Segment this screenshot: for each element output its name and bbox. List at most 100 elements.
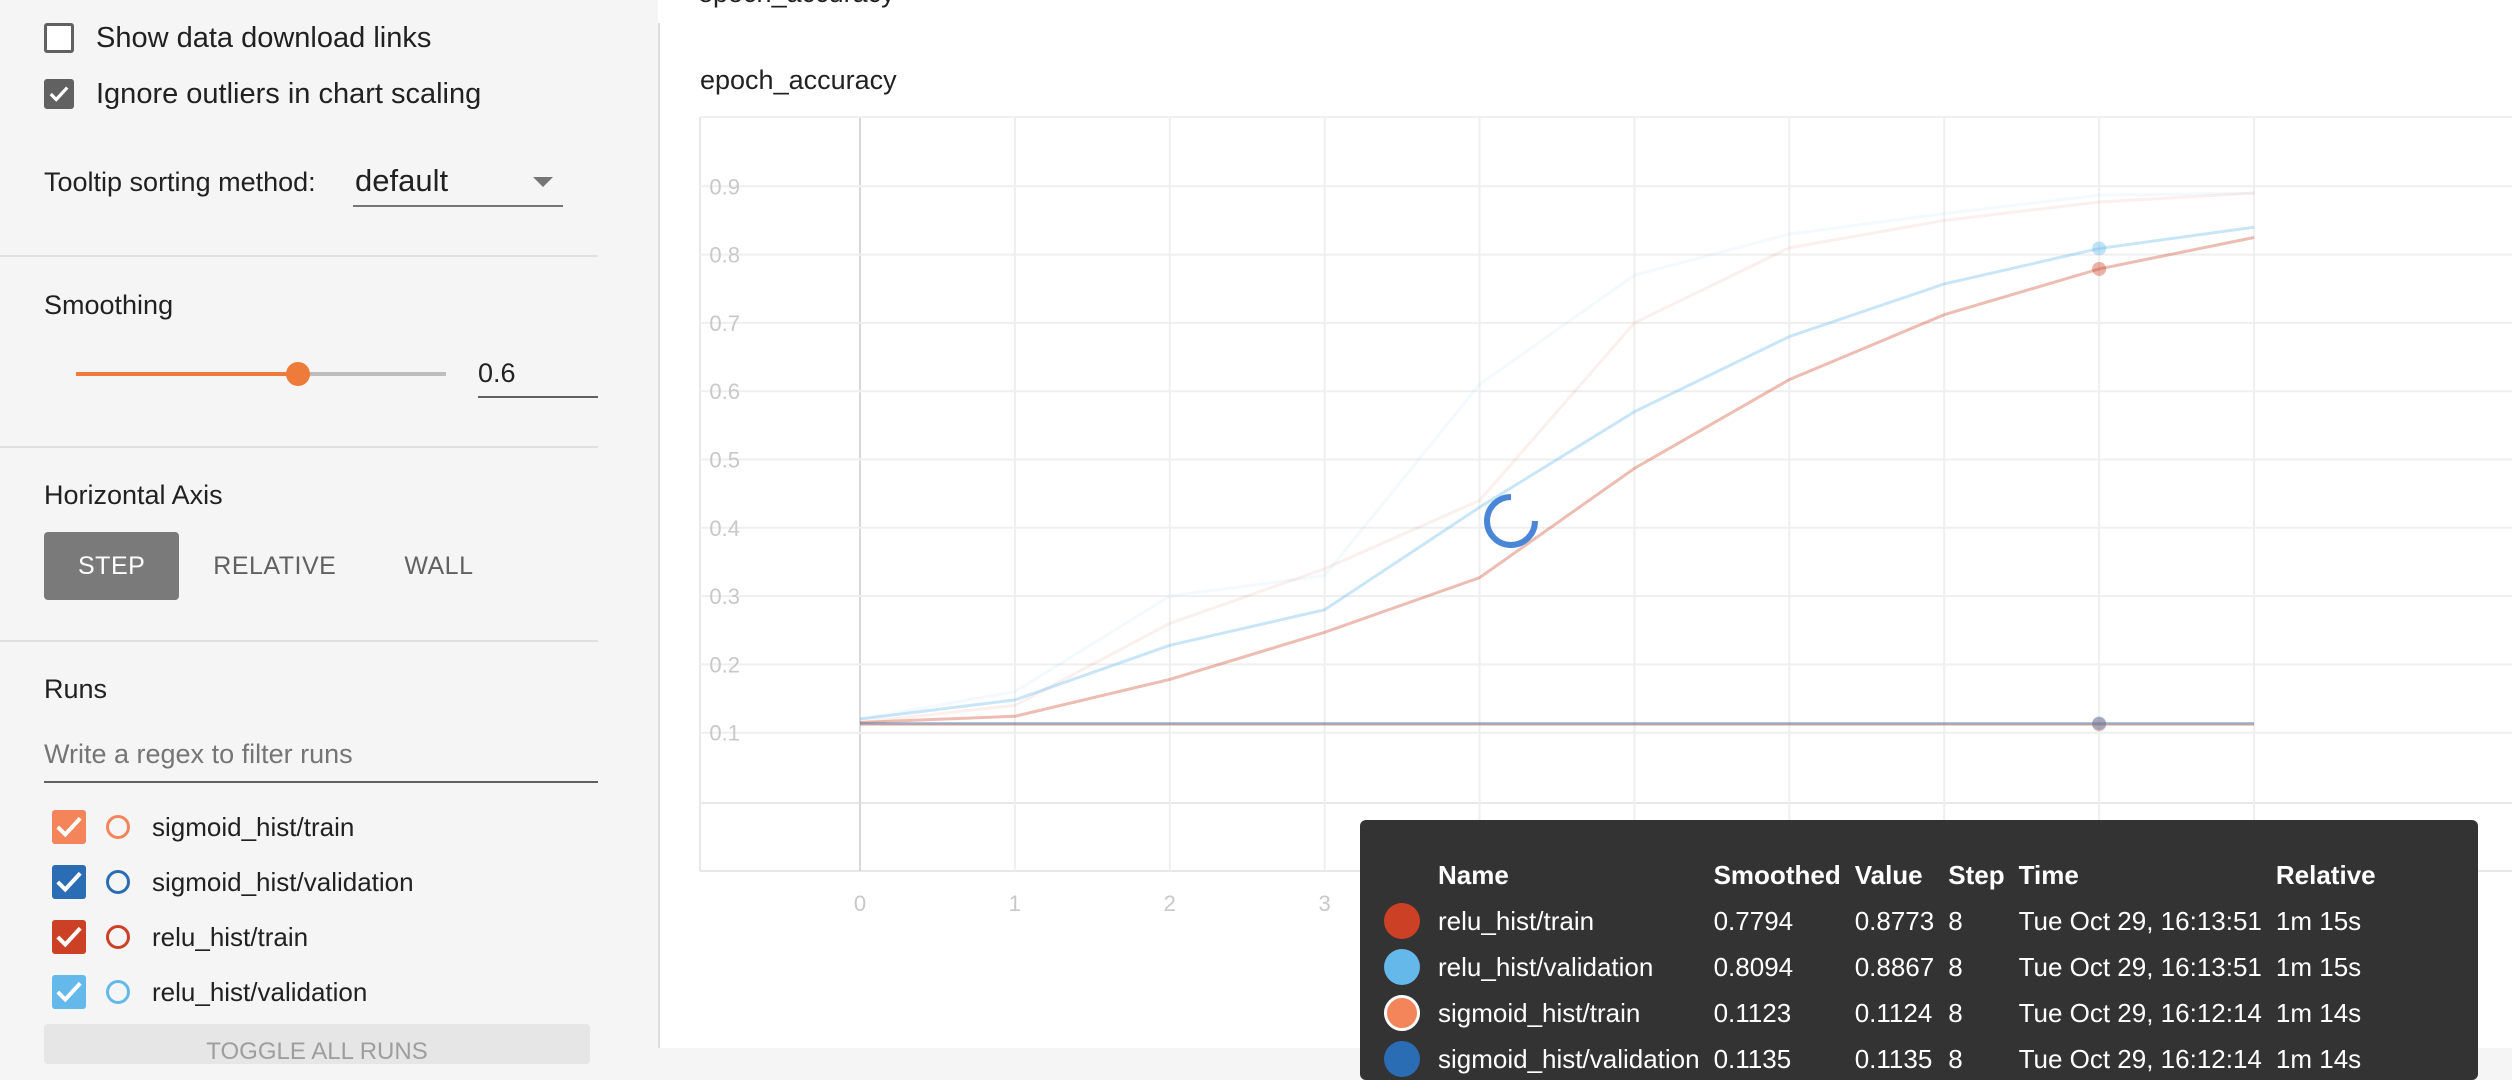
tooltip-time-cell: Tue Oct 29, 16:12:14 <box>2018 1043 2262 1074</box>
smoothing-value: 0.6 <box>478 358 516 388</box>
tooltip-header-step: Step <box>1948 859 2005 890</box>
y-tick-label: 0.3 <box>709 584 740 609</box>
hover-point <box>2092 716 2107 731</box>
y-tick-label: 0.6 <box>709 379 740 404</box>
x-tick-label: 3 <box>1319 891 1331 916</box>
axis-step-button[interactable]: STEP <box>44 532 180 600</box>
divider <box>0 255 598 257</box>
checkmark-icon <box>56 816 82 838</box>
run-color-circle[interactable] <box>106 925 130 949</box>
tooltip-header-smoothed: Smoothed <box>1713 859 1841 890</box>
tooltip-table: Name Smoothed Value Step Time Relative r… <box>1384 856 2390 1080</box>
tooltip-time-cell: Tue Oct 29, 16:12:14 <box>2018 997 2262 1028</box>
dropdown-arrow-icon <box>533 177 553 187</box>
tooltip-name-cell: relu_hist/validation <box>1438 951 1654 982</box>
checkmark-icon <box>56 926 82 948</box>
run-color-dot <box>1384 1041 1420 1077</box>
y-tick-label: 0.2 <box>709 652 740 677</box>
axis-relative-button[interactable]: RELATIVE <box>179 532 370 600</box>
raw-series-line <box>859 191 2255 721</box>
tooltip-step-cell: 8 <box>1948 1043 1963 1074</box>
tooltip-row: sigmoid_hist/train 0.1123 0.1124 8 Tue Oct 2… <box>1384 990 2390 1036</box>
toggle-all-runs-button[interactable]: TOGGLE ALL RUNS <box>44 1024 590 1065</box>
run-checkbox[interactable] <box>52 920 86 954</box>
run-filter-input[interactable] <box>44 735 598 770</box>
run-label: sigmoid_hist/validation <box>152 866 414 897</box>
tooltip-smoothed-cell: 0.8094 <box>1713 951 1794 982</box>
y-tick-label: 0.9 <box>709 174 740 199</box>
smoothing-slider[interactable] <box>76 362 446 386</box>
x-tick-label: 1 <box>1009 891 1021 916</box>
tooltip-header-time: Time <box>2018 859 2079 890</box>
axis-wall-button[interactable]: WALL <box>370 532 507 600</box>
tooltip-name-cell: sigmoid_hist/validation <box>1438 1043 1700 1074</box>
tooltip-name-cell: relu_hist/train <box>1438 905 1595 936</box>
run-item[interactable]: sigmoid_hist/validation <box>52 862 414 902</box>
x-tick-label: 0 <box>854 891 866 916</box>
tooltip-step-cell: 8 <box>1948 905 1963 936</box>
show-download-links-option[interactable]: Show data download links <box>44 18 431 58</box>
tooltip-sorting-label: Tooltip sorting method: <box>44 167 316 197</box>
toggle-all-runs-label: TOGGLE ALL RUNS <box>206 1038 428 1065</box>
checkmark-icon <box>49 86 69 102</box>
tooltip-name-cell: sigmoid_hist/train <box>1438 997 1641 1028</box>
runs-title: Runs <box>44 674 108 704</box>
divider <box>0 640 598 642</box>
run-checkbox[interactable] <box>52 865 86 899</box>
tooltip-smoothed-cell: 0.7794 <box>1713 905 1794 936</box>
run-label: sigmoid_hist/train <box>152 811 355 842</box>
run-filter-field[interactable] <box>44 735 598 783</box>
run-item[interactable]: relu_hist/validation <box>52 972 367 1012</box>
run-label: relu_hist/validation <box>152 976 368 1007</box>
smoothing-value-input[interactable]: 0.6 <box>478 352 598 398</box>
run-label: relu_hist/train <box>152 921 309 952</box>
run-item[interactable]: relu_hist/train <box>52 917 308 957</box>
tooltip-relative-cell: 1m 15s <box>2275 951 2362 982</box>
ignore-outliers-label: Ignore outliers in chart scaling <box>96 77 482 110</box>
tooltip-smoothed-cell: 0.1135 <box>1713 1043 1792 1074</box>
tooltip-time-cell: Tue Oct 29, 16:13:51 <box>2018 905 2262 936</box>
tooltip-relative-cell: 1m 14s <box>2275 997 2362 1028</box>
tooltip-row: relu_hist/train 0.7794 0.8773 8 Tue Oct 29, … <box>1384 898 2390 944</box>
tooltip-row: sigmoid_hist/validation 0.1135 0.1135 8 Tue … <box>1384 1036 2390 1080</box>
tooltip-value-cell: 0.8773 <box>1854 905 1935 936</box>
run-color-circle[interactable] <box>106 815 130 839</box>
hover-point <box>2092 261 2107 276</box>
run-color-circle[interactable] <box>106 980 130 1004</box>
previous-card-title: epoch_accuracy <box>698 0 895 9</box>
tooltip-value-cell: 0.8867 <box>1854 951 1935 982</box>
tooltip-relative-cell: 1m 15s <box>2275 905 2362 936</box>
show-download-links-checkbox[interactable] <box>44 23 74 53</box>
tooltip-sorting-select[interactable]: default <box>353 155 563 207</box>
run-color-dot <box>1384 949 1420 985</box>
tooltip-header-color <box>1384 856 1438 898</box>
tooltip-step-cell: 8 <box>1948 997 1963 1028</box>
show-download-links-label: Show data download links <box>96 21 432 54</box>
hover-point <box>2092 241 2107 256</box>
smoothing-slider-thumb[interactable] <box>286 362 310 386</box>
run-item[interactable]: sigmoid_hist/train <box>52 807 354 847</box>
sidebar: Show data download links Ignore outliers… <box>0 0 598 1065</box>
ignore-outliers-option[interactable]: Ignore outliers in chart scaling <box>44 74 481 114</box>
run-checkbox[interactable] <box>52 975 86 1009</box>
smoothing-slider-fill <box>76 372 298 376</box>
smoothed-series-line <box>859 236 2255 724</box>
y-tick-label: 0.8 <box>709 243 740 268</box>
previous-chart-card: epoch_accuracy <box>658 0 2512 25</box>
tooltip-smoothed-cell: 0.1123 <box>1713 997 1792 1028</box>
tooltip-header-relative: Relative <box>2275 859 2376 890</box>
checkmark-icon <box>56 871 82 893</box>
tooltip-value-cell: 0.1124 <box>1854 997 1933 1028</box>
tooltip-time-cell: Tue Oct 29, 16:13:51 <box>2018 951 2262 982</box>
y-tick-label: 0.1 <box>709 721 740 746</box>
checkmark-icon <box>56 981 82 1003</box>
run-checkbox[interactable] <box>52 810 86 844</box>
y-tick-label: 0.7 <box>709 311 740 336</box>
run-color-circle[interactable] <box>106 870 130 894</box>
tooltip-header-name: Name <box>1438 859 1509 890</box>
ignore-outliers-checkbox[interactable] <box>44 79 74 109</box>
tooltip-body: relu_hist/train 0.7794 0.8773 8 Tue Oct 29, … <box>1384 898 2390 1080</box>
horizontal-axis-toggle-group: STEP RELATIVE WALL <box>44 532 507 600</box>
y-tick-label: 0.4 <box>709 516 740 541</box>
chart-tooltip: Name Smoothed Value Step Time Relative r… <box>1360 820 2478 1080</box>
